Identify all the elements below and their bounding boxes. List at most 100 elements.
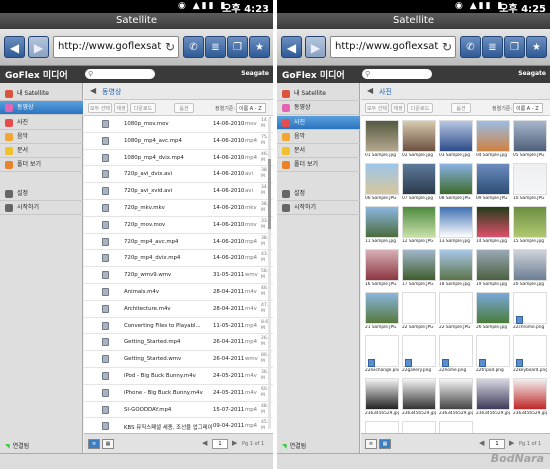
page-input[interactable]: 1	[212, 439, 228, 449]
notes-button[interactable]: ≣	[205, 36, 226, 58]
photo-tile[interactable]: 14 Sample.jpg	[476, 206, 510, 246]
table-row[interactable]: 1080p_mp4_dvix.mp4 14-06-2010 mp4 46.5 M	[84, 150, 273, 167]
sidebar-item[interactable]: 설정	[277, 187, 360, 201]
page-input[interactable]: 1	[489, 439, 505, 449]
search-input[interactable]: ⚲	[362, 69, 432, 79]
grid-view-button[interactable]: ▦	[102, 439, 114, 449]
photo-tile[interactable]: 13 Sample.jpg	[439, 206, 473, 246]
list-view-button[interactable]: ≡	[365, 439, 377, 449]
sidebar-item[interactable]: 폴더 보기	[277, 158, 360, 172]
table-row[interactable]: Getting_Started.wmv 26-04-2011 wmv 80.0 M	[84, 351, 273, 368]
sidebar-item[interactable]: 음악	[277, 130, 360, 144]
back-arrow-icon[interactable]: ◀	[367, 86, 373, 95]
photo-tile[interactable]: 08 Sample.JPG	[439, 163, 473, 203]
sidebar-item[interactable]: 사진	[277, 116, 360, 130]
table-row[interactable]: 1080p_mov.mov 14-06-2010 mov 14.7 M	[84, 116, 273, 133]
photo-tile[interactable]: 17 Sample.JPG	[402, 249, 436, 289]
table-row[interactable]: iPhone - Big Buck Bunny.m4v 24-05-2011 m4v…	[84, 385, 273, 402]
url-field[interactable]: http://www.goflexsat ↻	[53, 36, 179, 58]
phone-button[interactable]: ✆	[460, 36, 481, 58]
reload-icon[interactable]: ↻	[442, 37, 452, 57]
reload-icon[interactable]: ↻	[165, 37, 175, 57]
photo-tile[interactable]: 22home.png	[439, 335, 473, 375]
photo-tile[interactable]: 22keyboard.png	[513, 335, 547, 375]
sidebar-item[interactable]: 문서	[0, 144, 83, 158]
sidebar-item[interactable]: 설정	[0, 187, 83, 201]
download-button[interactable]: 다운로드	[407, 103, 433, 113]
photo-tile[interactable]: 01 Sample.jpg	[365, 120, 399, 160]
table-row[interactable]: 720p_mkv.mkv 14-06-2010 mkv 38.6 M	[84, 200, 273, 217]
sidebar-item[interactable]: 문서	[277, 144, 360, 158]
photo-tile[interactable]: 19 Sample.jpg	[476, 249, 510, 289]
download-button[interactable]: 다운로드	[130, 103, 156, 113]
table-row[interactable]: 720p_avi_dvix.avi 14-06-2010 avi 38.8 M	[84, 166, 273, 184]
photo-tile[interactable]: 2x1 Widget Y...	[402, 421, 436, 433]
back-arrow-icon[interactable]: ◀	[90, 86, 96, 95]
grid-view-button[interactable]: ▦	[379, 439, 391, 449]
table-row[interactable]: Animals.m4v 28-04-2011 m4v 46.5 M	[84, 284, 273, 301]
photo-tile[interactable]: 04 Sample.jpg	[476, 120, 510, 160]
photo-tile[interactable]: 2363456529.jpg	[476, 378, 510, 418]
photo-tile[interactable]: 18 Sample.jpg	[439, 249, 473, 289]
photo-tile[interactable]: 22tripod.png	[476, 335, 510, 375]
table-row[interactable]: 1080p_mp4_avc.mp4 14-06-2010 mp4 75.1 M	[84, 133, 273, 150]
options-button[interactable]: 옵션	[174, 103, 194, 113]
sidebar-item[interactable]: 사진	[0, 116, 83, 130]
sidebar-item[interactable]: 내 Satellite	[0, 87, 83, 101]
sort-select[interactable]: 이름 A - Z	[513, 103, 543, 113]
photo-tile[interactable]: 22chrome.png	[513, 292, 547, 332]
back-button[interactable]: ◀	[4, 36, 25, 58]
photo-tile[interactable]: 12 Sample.JPG	[402, 206, 436, 246]
play-button[interactable]: 재생	[114, 103, 128, 113]
back-button[interactable]: ◀	[281, 36, 302, 58]
prev-page-arrow[interactable]: ◀	[202, 439, 207, 447]
sidebar-item[interactable]: 동영상	[0, 101, 83, 115]
photo-tile[interactable]: 2363456529.jpg	[439, 378, 473, 418]
table-row[interactable]: Converting Files to Playabl... 11-05-2011…	[84, 318, 273, 335]
photo-tile[interactable]: 2363456529.jpg	[365, 378, 399, 418]
bookmark-button[interactable]: ★	[526, 36, 547, 58]
photo-tile[interactable]: 02 Sample.jpg	[402, 120, 436, 160]
photo-tile[interactable]: 07 Sample.jpg	[402, 163, 436, 203]
sidebar-item[interactable]: 동영상	[277, 101, 360, 115]
photo-tile[interactable]: 22gallery.png	[402, 335, 436, 375]
photo-tile[interactable]: 06 Sample.JPG	[365, 163, 399, 203]
table-row[interactable]: 720p_avi_xvid.avi 14-06-2010 avi 34.7 M	[84, 183, 273, 200]
photo-tile[interactable]: 20 Sample.jpg	[513, 249, 547, 289]
sidebar-item[interactable]: 내 Satellite	[277, 87, 360, 101]
tabs-button[interactable]: ❐	[227, 36, 248, 58]
next-page-arrow[interactable]: ▶	[509, 439, 514, 447]
play-button[interactable]: 재생	[391, 103, 405, 113]
bookmark-button[interactable]: ★	[249, 36, 270, 58]
forward-button[interactable]: ▶	[28, 36, 49, 58]
photo-tile[interactable]: 2x1 Widget Y...	[439, 421, 473, 433]
table-row[interactable]: iPod - Big Buck Bunny.m4v 24-05-2011 m4v 36…	[84, 368, 273, 385]
sidebar-item[interactable]: 시작하기	[277, 201, 360, 215]
table-row[interactable]: Architecture.m4v 28-04-2011 m4v 47.9 M	[84, 301, 273, 318]
photo-tile[interactable]: 10 Sample.JPG	[513, 163, 547, 203]
table-row[interactable]: SI-GOODDAY.mp4 15-07-2011 mp4 48.4 M	[84, 402, 273, 419]
list-view-button[interactable]: ≡	[88, 439, 100, 449]
url-field[interactable]: http://www.goflexsat ↻	[330, 36, 456, 58]
select-all-button[interactable]: 모두 선택	[88, 103, 112, 113]
scrollbar[interactable]	[268, 119, 271, 429]
table-row[interactable]: Getting_Started.mp4 26-04-2011 mp4 26.7 M	[84, 334, 273, 352]
tabs-button[interactable]: ❐	[504, 36, 525, 58]
phone-button[interactable]: ✆	[183, 36, 204, 58]
table-row[interactable]: KBS 뮤직스페셜 세종, 조선을 업그레이드하다.mp409-04-2011m…	[84, 418, 273, 433]
table-row[interactable]: 720p_wmv9.wmv 31-05-2011 wmv 58.9 M	[84, 267, 273, 284]
photo-tile[interactable]: 05 Sample.JPG	[513, 120, 547, 160]
select-all-button[interactable]: 모두 선택	[365, 103, 389, 113]
photo-tile[interactable]: 22 Sample.JPG	[439, 292, 473, 332]
photo-tile[interactable]: 2363456529.jpg	[513, 378, 547, 418]
photo-tile[interactable]: 11 Sample.jpg	[365, 206, 399, 246]
photo-tile[interactable]: 26 Sample.jpg	[476, 292, 510, 332]
sidebar-item[interactable]: 폴더 보기	[0, 158, 83, 172]
photo-tile[interactable]: 22 Sample.JPG	[402, 292, 436, 332]
photo-tile[interactable]: 03 Sample.jpg	[439, 120, 473, 160]
forward-button[interactable]: ▶	[305, 36, 326, 58]
photo-tile[interactable]: 15 Sample.jpg	[513, 206, 547, 246]
table-row[interactable]: 720p_mp4_avc.mp4 14-06-2010 mp4 38.6 M	[84, 234, 273, 251]
sort-select[interactable]: 이름 A - Z	[236, 103, 266, 113]
photo-tile[interactable]: 21 Sample.JPG	[365, 292, 399, 332]
